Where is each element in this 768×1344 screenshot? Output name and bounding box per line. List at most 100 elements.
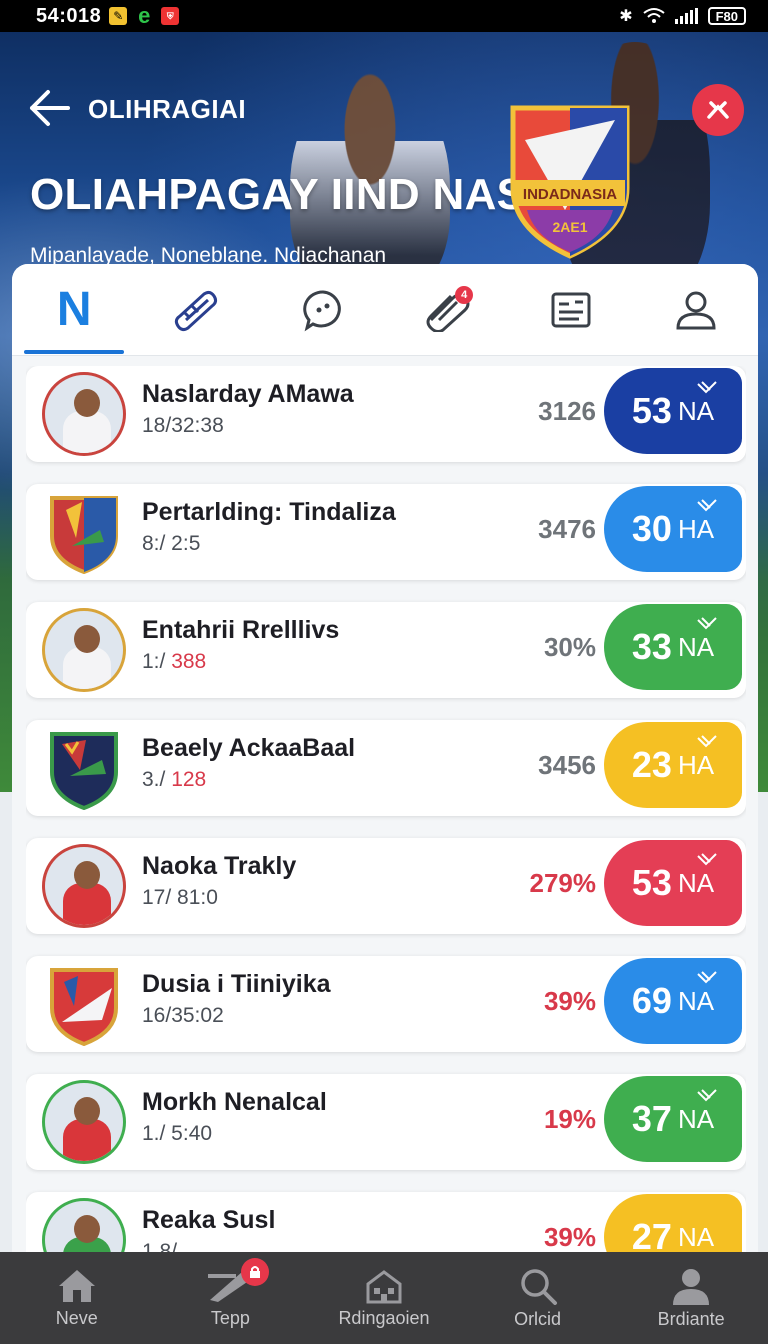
notification-shield-icon: ⛨ [161,7,180,25]
avatar [42,372,126,456]
score-unit: NA [677,867,715,898]
score-unit: NA [677,1103,715,1134]
score-value: 30 [631,508,672,549]
list-item[interactable]: Dusia i Tiiniyika 16/35:02 39% 69 NA [26,956,746,1052]
list-item[interactable]: Entahrii Rrelllivs 1:/ 388 30% 33 NA [26,602,746,698]
tab-tickets[interactable] [148,264,248,356]
home-icon [58,1269,95,1302]
row-name: Entahrii Rrelllivs [142,616,340,644]
score-unit: NA [677,985,715,1016]
tab-list[interactable] [521,264,621,356]
list-item[interactable]: Naslarday AMawa 18/32:38 3126 53 NA [26,366,746,462]
ticket-icon [697,735,717,748]
score-unit: NA [677,631,715,662]
crest-text: INDADNASIA [523,186,617,203]
row-name: Morkh Nenalcal [142,1088,327,1116]
score-value: 53 [631,390,672,431]
nav-profile-label: Brdiante [657,1308,725,1329]
score-pill[interactable]: 53 NA [604,368,742,454]
nav-buildings[interactable]: Rdingaoien [309,1252,459,1344]
status-left: 54:018 ✎ e ⛨ [36,3,180,28]
crest-year: 2AE1 [552,219,587,235]
tab-bar: N 4 [12,264,758,356]
close-icon [707,101,729,119]
nav-profile[interactable]: Brdiante [616,1252,766,1344]
score-pill[interactable]: 37 NA [604,1076,742,1162]
tab-chat[interactable] [273,264,373,356]
list-item[interactable]: Beaely AckaaBaal 3./ 128 3456 23 HA [26,720,746,816]
row-count: 3456 [538,750,596,780]
list-item[interactable]: Naoka Trakly 17/ 81:0 279% 53 NA [26,838,746,934]
score-unit: NA [677,1221,715,1252]
nav-home-label: Neve [55,1307,98,1328]
tab-news-letter: N [56,283,92,336]
row-count: 3126 [538,396,596,426]
user-icon [676,291,716,329]
row-time: 1./ 5:40 [142,1122,213,1145]
row-time: 16/35:02 [142,1004,224,1027]
team-shield-logo [50,968,118,1046]
team-shield-logo [50,496,118,574]
notification-app-icon: ✎ [109,7,128,25]
ticket-icon [697,971,717,984]
list-item[interactable]: Morkh Nenalcal 1./ 5:40 19% 37 NA [26,1074,746,1170]
avatar [42,608,126,692]
score-value: 37 [631,1098,672,1139]
row-time: 1 8/ [142,1240,178,1252]
score-unit: HA [677,513,715,544]
list-item[interactable]: Pertarlding: Tindaliza 8:/ 2:5 3476 30 HA [26,484,746,580]
row-time: 8:/ 2:5 [142,532,201,555]
row-time: 3./ 128 [142,768,207,791]
nav-home[interactable]: Neve [2,1252,152,1344]
tab-news[interactable]: N [24,264,125,356]
row-name: Pertarlding: Tindaliza [142,498,396,526]
status-bar: 54:018 ✎ e ⛨ ✱ F80 [0,0,768,32]
ticket-icon [697,617,717,630]
team-crest-logo: INDADNASIA 2AE1 [510,105,630,259]
status-time: 54:018 [36,4,102,27]
close-button[interactable] [692,84,744,136]
status-right: ✱ F80 [619,6,746,26]
list-item[interactable]: Reaka Susl 1 8/ 39% 27 NA [26,1192,746,1252]
ticket-icon [697,381,717,394]
score-pill[interactable]: 27 NA [604,1194,742,1252]
score-unit: HA [677,749,715,780]
row-name: Naslarday AMawa [142,380,354,408]
tab-attachments[interactable]: 4 [397,264,497,356]
back-arrow-icon[interactable] [28,88,72,128]
score-pill[interactable]: 33 NA [604,604,742,690]
score-pill[interactable]: 53 NA [604,840,742,926]
nav-edit-label: Tepp [210,1307,250,1328]
search-icon [520,1268,557,1305]
ticket-icon [175,290,218,331]
tab-profile[interactable] [646,264,746,356]
row-time: 17/ 81:0 [142,886,218,909]
score-pill[interactable]: 69 NA [604,958,742,1044]
score-pill[interactable]: 23 HA [604,722,742,808]
row-count: 279% [529,868,597,898]
score-value: 33 [631,626,672,667]
score-pill[interactable]: 30 HA [604,486,742,572]
score-unit: NA [677,395,715,426]
chat-bubble-icon [303,289,341,331]
hero-title: OLIAHPAGAY IIND NASIA [30,170,571,219]
list-card-icon [551,292,591,327]
row-count: 39% [543,986,596,1016]
row-time: 18/32:38 [142,414,224,437]
ticket-icon [697,853,717,866]
header-title: OLIHRAGIAI [88,94,247,124]
nav-edit[interactable]: Tepp [155,1252,305,1344]
avatar [42,1198,126,1252]
row-name: Reaka Susl [142,1206,276,1234]
nav-search-label: Orlcid [514,1308,562,1329]
score-value: 53 [631,862,672,903]
score-value: 27 [631,1216,672,1252]
team-shield-logo [50,732,118,810]
building-icon [366,1269,402,1303]
lock-icon [250,1266,261,1278]
row-count: 19% [543,1104,596,1134]
ticket-icon [697,1089,717,1102]
row-time: 1:/ 388 [142,650,207,673]
score-value: 69 [631,980,672,1021]
nav-search[interactable]: Orlcid [463,1252,613,1344]
